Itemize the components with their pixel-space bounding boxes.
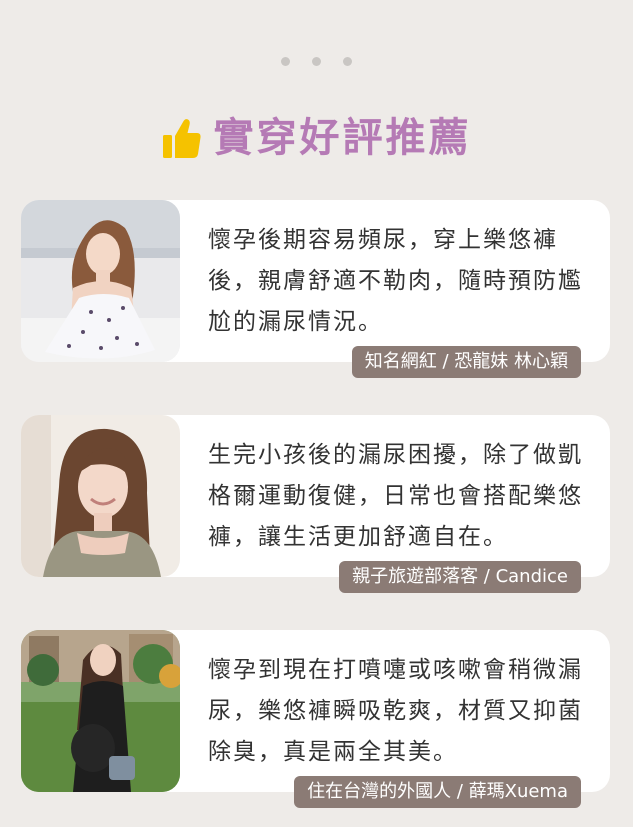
testimonial-quote: 懷孕後期容易頻尿，穿上樂悠褲後，親膚舒適不勒肉，隨時預防尷尬的漏尿情況。 [208, 227, 583, 335]
section-heading: 實穿好評推薦 [0, 116, 633, 160]
pagination-dots [0, 57, 633, 66]
section-title: 實穿好評推薦 [213, 115, 472, 161]
author-badge: 親子旅遊部落客 / Candice [339, 561, 581, 593]
pagination-dot[interactable] [312, 57, 321, 66]
author-badge: 知名網紅 / 恐龍妹 林心穎 [351, 346, 581, 378]
testimonial-quote: 生完小孩後的漏尿困擾，除了做凱格爾運動復健，日常也會搭配樂悠褲，讓生活更加舒適自… [208, 442, 583, 550]
testimonial-photo [21, 200, 180, 362]
testimonial-photo [21, 415, 180, 577]
author-badge: 住在台灣的外國人 / 薛瑪Xuema [294, 776, 581, 808]
testimonial-quote: 懷孕到現在打噴嚏或咳嗽會稍微漏尿，樂悠褲瞬吸乾爽，材質又抑菌除臭，真是兩全其美。 [208, 657, 583, 765]
testimonial-photo [21, 630, 180, 792]
thumbs-up-icon [162, 119, 201, 158]
testimonial-card: 懷孕到現在打噴嚏或咳嗽會稍微漏尿，樂悠褲瞬吸乾爽，材質又抑菌除臭，真是兩全其美。… [21, 630, 610, 808]
testimonial-card: 生完小孩後的漏尿困擾，除了做凱格爾運動復健，日常也會搭配樂悠褲，讓生活更加舒適自… [21, 415, 610, 593]
pagination-dot[interactable] [281, 57, 290, 66]
testimonial-card: 懷孕後期容易頻尿，穿上樂悠褲後，親膚舒適不勒肉，隨時預防尷尬的漏尿情況。 知名網… [21, 200, 610, 378]
pagination-dot[interactable] [343, 57, 352, 66]
